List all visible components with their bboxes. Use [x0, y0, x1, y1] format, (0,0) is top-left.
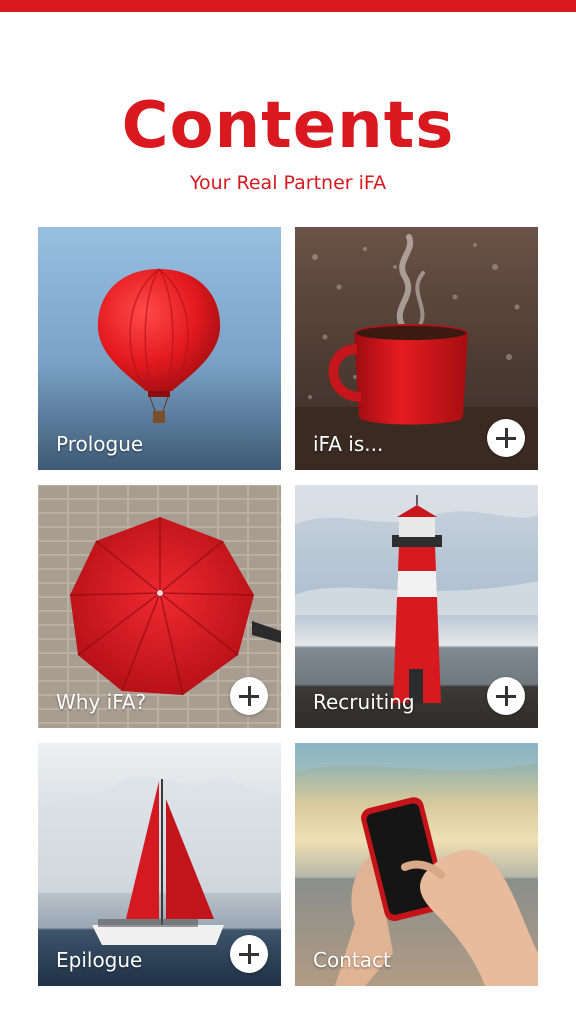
- tile-why-ifa[interactable]: Why iFA?: [38, 485, 281, 728]
- tile-ifa-is[interactable]: iFA is...: [295, 227, 538, 470]
- plus-icon[interactable]: [487, 419, 525, 457]
- tile-recruiting[interactable]: Recruiting: [295, 485, 538, 728]
- tile-label: Why iFA?: [56, 690, 147, 714]
- top-accent-bar: [0, 0, 576, 12]
- page-subtitle: Your Real Partner iFA: [189, 172, 387, 194]
- plus-icon[interactable]: [487, 677, 525, 715]
- tile-label: Contact: [313, 948, 391, 972]
- plus-icon[interactable]: [230, 677, 268, 715]
- tile-prologue[interactable]: Prologue: [38, 227, 281, 470]
- tile-label: Recruiting: [313, 690, 415, 714]
- tile-epilogue[interactable]: Epilogue: [38, 743, 281, 986]
- tile-label: Prologue: [56, 432, 144, 456]
- tile-label: Epilogue: [56, 948, 143, 972]
- tile-contact[interactable]: Contact: [295, 743, 538, 986]
- page-title: Contents: [121, 89, 455, 163]
- plus-icon[interactable]: [230, 935, 268, 973]
- tile-label: iFA is...: [313, 432, 384, 456]
